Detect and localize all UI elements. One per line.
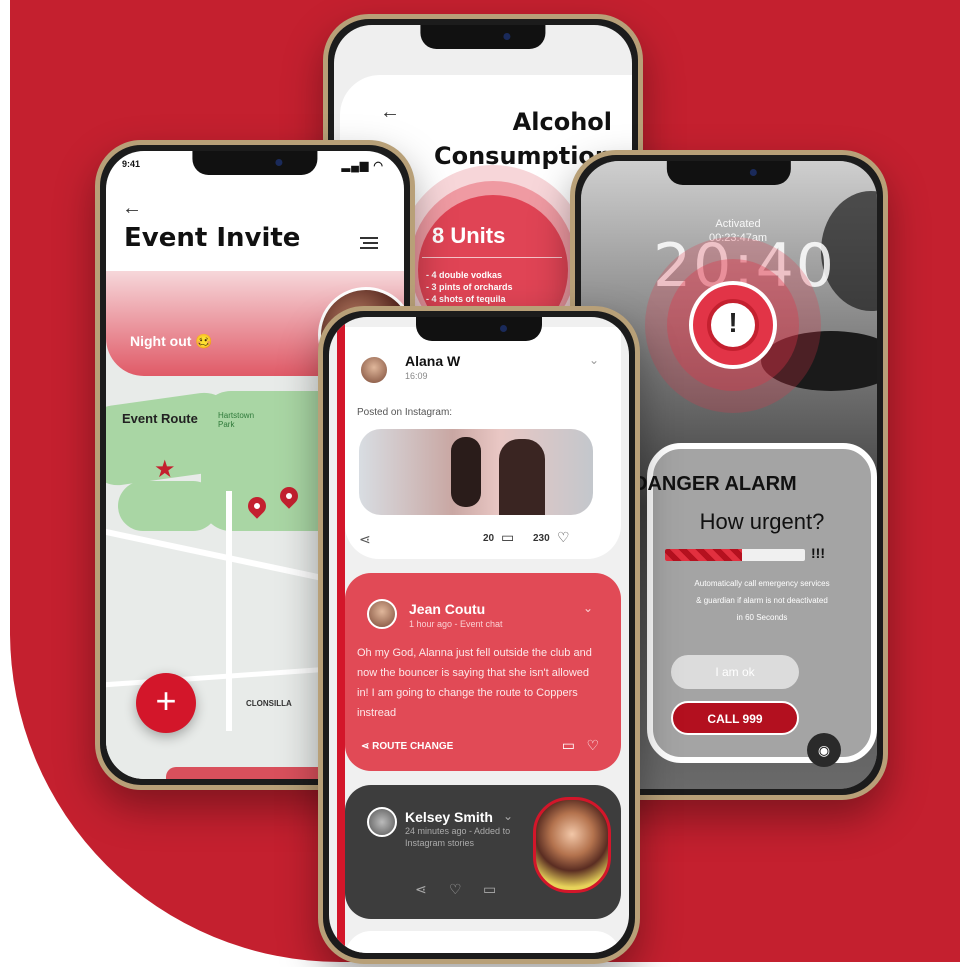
share-icon: ⋖ [361,741,373,752]
camera-icon[interactable]: ◉ [807,733,841,767]
phone-notch [416,317,542,341]
avatar[interactable] [367,599,397,629]
page-title: Event Invite [124,223,301,253]
call-999-button[interactable]: CALL 999 [671,701,799,735]
alert-icon [707,299,759,351]
avatar[interactable] [367,807,397,837]
units-list: - 4 double vodkas - 3 pints of orchards … [426,269,513,305]
units-divider [422,257,562,258]
signal-wifi-icon: ▂▄▆ ◠ [341,160,384,172]
heart-icon[interactable]: ♡ [449,881,462,898]
map-park [118,481,218,531]
comment-icon[interactable]: ▭ [501,529,514,546]
phone-notch [666,161,792,185]
comment-icon[interactable]: ▭ [483,881,496,898]
back-arrow-icon[interactable]: ← [122,197,142,220]
feed-screen: Alana W 16:09 ⌄ Posted on Instagram: ⋖ 2… [329,317,629,953]
heart-icon[interactable]: ♡ [557,529,570,546]
chevron-down-icon[interactable]: ⌄ [589,353,599,367]
post-author[interactable]: Kelsey Smith [405,809,493,825]
avatar[interactable] [359,355,389,385]
post-card[interactable]: Alana W 16:09 ⌄ Posted on Instagram: ⋖ 2… [345,327,621,559]
phone-feed: Alana W 16:09 ⌄ Posted on Instagram: ⋖ 2… [318,306,640,964]
status-bar: 9:41 ▂▄▆ ◠ [106,159,404,175]
star-marker-icon[interactable]: ★ [154,455,176,484]
urgency-bar[interactable] [665,549,805,561]
post-time: 24 minutes ago - Added to Instagram stor… [405,826,511,848]
phone-notch [420,25,546,49]
i-am-ok-button[interactable]: I am ok [671,655,799,689]
add-button[interactable]: + [136,673,196,733]
urgency-question: How urgent? [699,509,825,534]
post-message: Oh my God, Alanna just fell outside the … [357,647,592,719]
post-source: Posted on Instagram: [357,407,453,418]
units-count: 8 Units [432,223,506,248]
post-card[interactable]: Kelsey Smith ⌄ 24 minutes ago - Added to… [345,785,621,919]
post-time: 16:09 [405,371,428,381]
alarm-button[interactable] [689,281,777,369]
route-change-button[interactable]: ⋖ ROUTE CHANGE [361,741,453,752]
post-time: 1 hour ago - Event chat [409,619,503,629]
post-author[interactable]: Jean Coutu [409,601,485,617]
map-road [226,491,232,731]
area-label: CLONSILLA [246,699,292,708]
park-label: Hartstown Park [218,411,255,429]
status-time: 9:41 [122,159,141,169]
story-photo[interactable] [533,797,611,893]
route-label: Event Route [122,411,198,426]
timeline-line [337,317,345,953]
post-author[interactable]: Alana W [405,353,460,369]
units-item: - 4 shots of tequila [426,294,506,304]
danger-alarm-card: DANGER ALARM How urgent? !!! Automatical… [633,443,877,763]
auto-call-text: Automatically call emergency services & … [694,579,830,622]
share-icon[interactable]: ⋖ [415,881,427,898]
share-icon[interactable]: ⋖ [359,531,371,548]
danger-title: DANGER ALARM [633,473,797,495]
post-card[interactable]: Jean Coutu 1 hour ago - Event chat ⌄ Oh … [345,573,621,771]
post-photo[interactable] [359,429,593,515]
post-card[interactable] [345,931,621,953]
like-count: 230 [533,533,550,544]
urgency-bar-fill [665,549,742,561]
menu-icon[interactable] [360,237,378,249]
chevron-down-icon[interactable]: ⌄ [503,809,513,823]
night-out-label: Night out 🥴 [130,333,213,349]
urgency-marks: !!! [811,545,825,561]
chevron-down-icon[interactable]: ⌄ [583,601,593,615]
comment-icon[interactable]: ▭ [562,737,575,754]
back-arrow-icon[interactable]: ← [380,101,400,124]
heart-icon[interactable]: ♡ [586,737,599,754]
units-item: - 4 double vodkas [426,270,503,280]
comment-count: 20 [483,533,495,544]
units-item: - 3 pints of orchards [426,282,513,292]
